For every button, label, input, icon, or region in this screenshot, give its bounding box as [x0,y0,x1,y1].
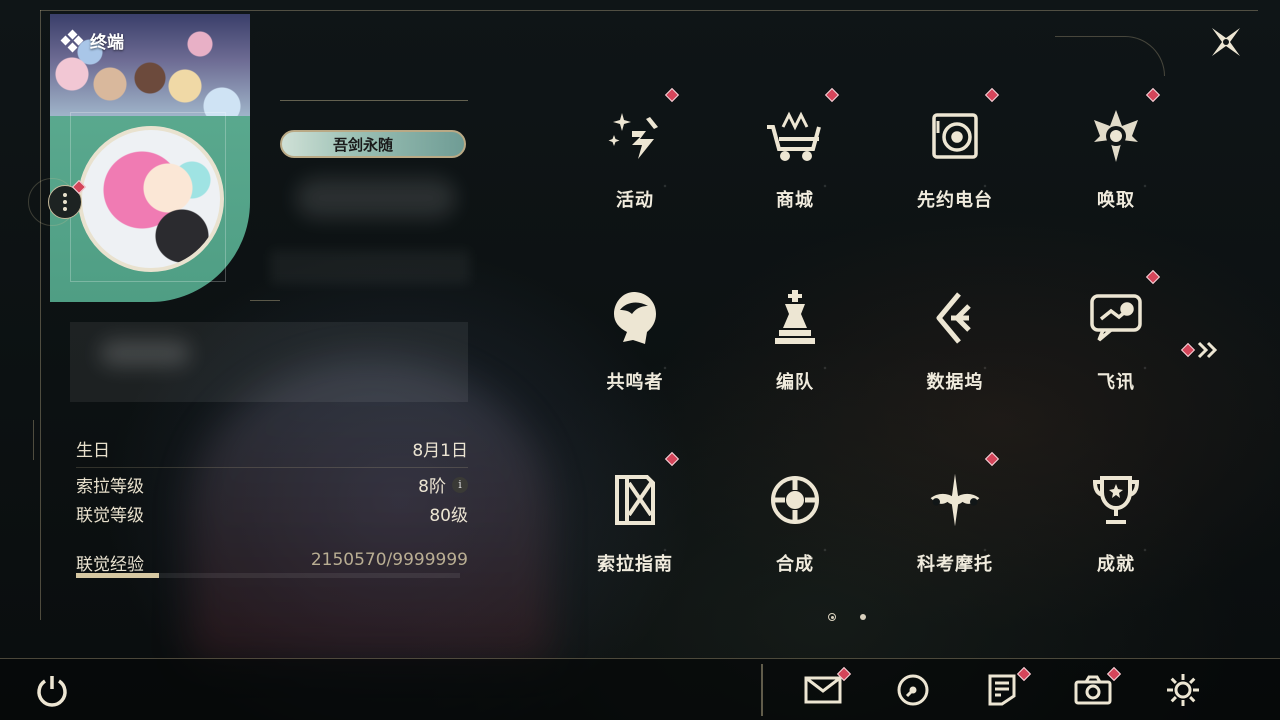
exp-value: 2150570/9999999 [310,550,468,570]
menu-item-team[interactable]: 编队 [735,278,855,428]
page-dot[interactable] [860,614,866,620]
menu-label: 科考摩托 [917,554,993,575]
stat-row-sola-level: 索拉等级 8阶 i [76,472,468,497]
stat-row-union-level: 联觉等级 80级 [76,501,468,526]
menu-item-motorbike[interactable]: 科考摩托 [895,451,1015,610]
chess-icon [765,288,825,348]
menu-item-resonators[interactable]: 共鸣者 [575,278,695,428]
notification-badge [1180,342,1196,358]
stat-value: 8月1日 [412,441,468,461]
title-badge-text: 吾剑永随 [332,135,393,154]
stat-row-birthday: 生日 8月1日 [76,436,468,461]
frame-line-left-ornament [33,420,34,460]
camera-button[interactable] [1073,670,1113,710]
character-icon [605,288,665,348]
menu-label: 先约电台 [917,190,993,211]
title-badge[interactable]: 吾剑永随 [280,130,466,158]
notification-badge [664,87,680,103]
menu-item-radio[interactable]: 先约电台 [895,87,1015,246]
divider [76,467,468,468]
stat-label: 联觉等级 [76,506,144,526]
cart-icon [765,106,825,166]
frame-corner [1055,36,1165,76]
guide-icon [605,470,665,530]
menu-label: 成就 [1097,554,1135,575]
player-id-redacted [270,250,470,284]
menu-label: 数据坞 [926,372,984,393]
menu-label: 共鸣者 [606,372,664,393]
exp-progress-bar [76,573,460,578]
menu-label: 合成 [776,554,814,575]
notification-badge [824,87,840,103]
info-icon[interactable]: i [452,476,468,493]
stat-label: 索拉等级 [76,477,144,497]
camera-icon [1074,675,1112,705]
stat-value: 80级 [429,506,468,526]
settings-icon [1167,674,1199,706]
terminal-title-text: 终端 [90,33,124,53]
mail-icon [804,676,842,704]
signature-redacted[interactable] [70,322,468,402]
frame-line-left [40,10,41,620]
notification-badge [1145,87,1161,103]
menu-label: 活动 [616,190,654,211]
player-name-redacted [296,178,456,218]
menu-item-messages[interactable]: 飞讯 [1056,269,1176,428]
power-button[interactable] [32,670,72,710]
menu-label: 索拉指南 [597,554,673,575]
stat-label: 生日 [76,441,110,461]
menu-label: 飞讯 [1097,372,1135,393]
clock-icon [897,674,929,706]
menu-label: 编队 [776,372,814,393]
close-icon [1212,28,1240,56]
notice-button[interactable] [982,670,1022,710]
divider [280,100,468,101]
page-dot-active[interactable] [828,613,836,621]
synthesis-icon [765,470,825,530]
menu-item-shop[interactable]: 商城 [735,87,855,246]
menu-item-synthesis[interactable]: 合成 [735,460,855,610]
menu-item-data-dock[interactable]: 数据坞 [895,278,1015,428]
menu-item-guide[interactable]: 索拉指南 [575,451,695,610]
radio-icon [925,106,985,166]
menu-item-achievements[interactable]: 成就 [1056,460,1176,610]
mail-button[interactable] [803,670,843,710]
notice-icon [988,674,1016,706]
divider [250,300,280,301]
menu-label: 唤取 [1097,190,1135,211]
frame-line-top [40,10,1258,11]
message-icon [1086,288,1146,348]
terminal-icon [60,29,84,52]
trophy-icon [1086,470,1146,530]
avatar[interactable] [78,126,224,272]
clock-button[interactable] [893,670,933,710]
exp-label: 联觉经验 [76,555,144,575]
exp-progress-fill [76,573,159,578]
menu-item-events[interactable]: 活动 [575,87,695,246]
stat-value: 8阶 [418,477,446,497]
close-button[interactable] [1208,24,1244,60]
sparkle-icon [605,106,665,166]
settings-button[interactable] [1163,670,1203,710]
next-page-arrow[interactable] [1196,340,1220,360]
compass-icon [1086,106,1146,166]
menu-label: 商城 [776,190,814,211]
menu-item-convene[interactable]: 唤取 [1056,87,1176,246]
page-indicator [828,613,866,621]
notification-badge [984,87,1000,103]
data-dock-icon [925,288,985,348]
terminal-title: 终端 [60,28,124,53]
bottom-divider [761,664,763,716]
motorbike-icon [925,470,985,530]
power-icon [37,676,67,707]
